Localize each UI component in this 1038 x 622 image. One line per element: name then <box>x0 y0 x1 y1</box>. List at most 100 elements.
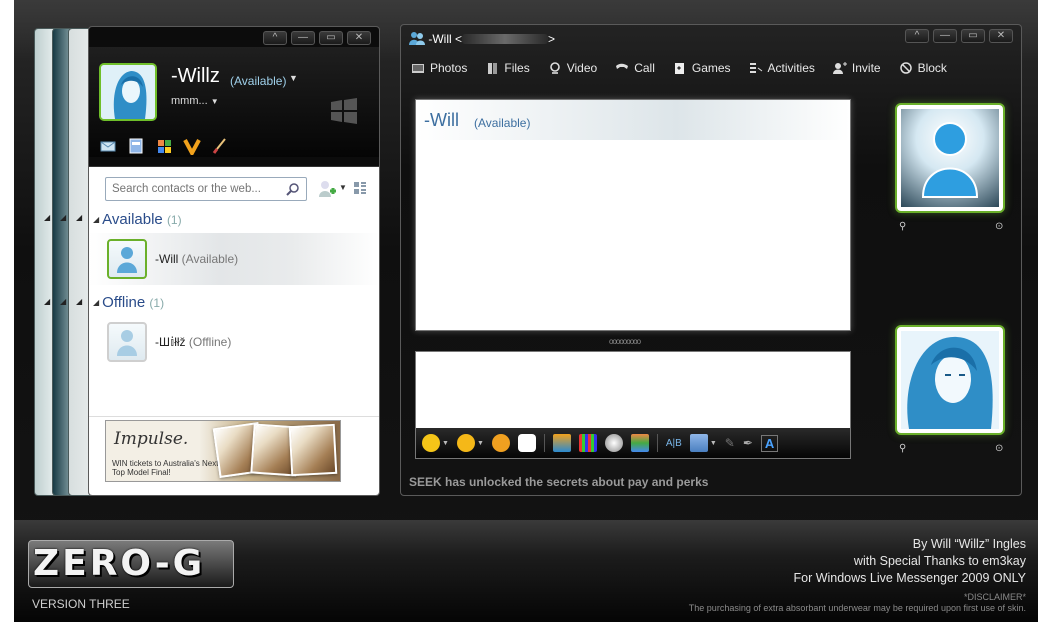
add-contact-icon[interactable] <box>317 179 337 199</box>
contact-display-picture[interactable] <box>895 103 1005 213</box>
backgrounds-icon[interactable] <box>578 434 597 452</box>
avatar-illustration-icon <box>901 331 999 429</box>
advertisement-banner[interactable]: Impulse. WIN tickets to Australia's Next… <box>105 420 341 482</box>
chevron-down-icon[interactable]: ▼ <box>442 440 449 447</box>
conversation-toolbar: Photos Files Video Call Games Activities… <box>411 61 947 75</box>
history-header: -Will (Available) <box>416 100 850 140</box>
compose-toolbar: ▼ ▼ A|B ▼ ✎ ✒ A <box>416 428 850 458</box>
nudge-face-icon[interactable] <box>491 434 510 452</box>
group-header-offline[interactable]: ◢ Offline (1) <box>93 294 164 311</box>
spaces-icon[interactable] <box>127 137 145 155</box>
conversation-history[interactable]: -Will (Available) <box>415 99 851 331</box>
picture-options-icon[interactable]: ⊙ <box>995 221 1003 232</box>
version-label: VERSION THREE <box>32 597 130 611</box>
theme-brush-icon[interactable] <box>211 137 229 155</box>
emoticon-icon[interactable] <box>422 434 440 452</box>
my-display-picture[interactable] <box>895 325 1005 435</box>
minimize-button[interactable]: — <box>933 29 957 43</box>
default-buddy-icon <box>117 247 137 273</box>
ad-text: WIN tickets to Australia's Next Top Mode… <box>112 459 219 477</box>
conversation-title-text: -Will < <box>428 32 463 46</box>
change-layout-icon[interactable] <box>353 181 367 195</box>
ghost-arrow-icon: ◢ <box>60 213 67 222</box>
disclaimer-text: The purchasing of extra absorbant underw… <box>688 603 1026 613</box>
handwriting-icon[interactable]: A|B <box>666 438 682 449</box>
advertisement-area: Impulse. WIN tickets to Australia's Next… <box>89 416 379 495</box>
video-icon <box>549 62 560 74</box>
voice-clip-icon[interactable] <box>517 434 536 452</box>
files-button[interactable]: Files <box>485 61 530 75</box>
chevron-down-icon[interactable]: ▼ <box>710 440 717 447</box>
group-count: (1) <box>166 213 182 227</box>
ink-eraser-icon[interactable]: ✎ <box>725 436 735 450</box>
chevron-down-icon[interactable]: ▼ <box>211 97 219 106</box>
collapse-button[interactable]: ^ <box>905 29 929 43</box>
call-label: Call <box>634 61 655 75</box>
close-button[interactable]: ✕ <box>347 31 371 45</box>
conversation-window: -Will < > ^ — ▭ ✕ Photos Files Video Call… <box>400 24 1022 496</box>
video-button[interactable]: Video <box>548 61 597 75</box>
group-name: Offline <box>102 294 146 311</box>
photos-button[interactable]: Photos <box>411 61 467 75</box>
collapse-triangle-icon[interactable]: ◢ <box>93 215 99 224</box>
default-buddy-icon <box>117 330 137 356</box>
redacted-email <box>462 34 549 44</box>
winks-icon[interactable] <box>552 434 571 452</box>
call-button[interactable]: Call <box>615 61 655 75</box>
windows-live-icon[interactable] <box>630 434 649 452</box>
my-picture-area <box>901 331 999 429</box>
contact-row[interactable]: -Ш𝕚łłž (Offline) <box>89 316 379 368</box>
status-dropdown-icon[interactable]: ▼ <box>289 73 298 83</box>
ghost-arrow-icon: ◢ <box>60 297 67 306</box>
nudge-icon[interactable] <box>604 434 623 452</box>
credit-line: with Special Thanks to em3kay <box>853 554 1026 568</box>
windows-logo-icon <box>331 98 357 124</box>
invite-icon <box>832 62 847 74</box>
group-name: Available <box>102 211 163 228</box>
toolbar-divider <box>656 434 658 452</box>
collapse-button[interactable]: ^ <box>263 31 287 45</box>
default-buddy-icon <box>921 122 979 198</box>
search-field[interactable] <box>105 177 307 201</box>
status-bar-text[interactable]: SEEK has unlocked the secrets about pay … <box>409 475 708 489</box>
contact-display-name: -Ш𝕚łłž <box>155 335 186 349</box>
maximize-button[interactable]: ▭ <box>319 31 343 45</box>
conversation-title: -Will < > <box>409 31 555 46</box>
block-button[interactable]: Block <box>899 61 947 75</box>
message-compose-area[interactable]: ▼ ▼ A|B ▼ ✎ ✒ A <box>415 351 851 459</box>
search-input[interactable] <box>112 179 282 199</box>
chevron-down-icon[interactable]: ▼ <box>477 440 484 447</box>
history-contact-name: -Will <box>424 110 459 130</box>
picture-options-icon[interactable]: ⊙ <box>995 443 1003 454</box>
credit-line: For Windows Live Messenger 2009 ONLY <box>793 571 1026 585</box>
mail-icon[interactable] <box>99 137 117 155</box>
windows-live-icon[interactable] <box>155 137 173 155</box>
invite-button[interactable]: Invite <box>832 61 881 75</box>
collapse-triangle-icon[interactable]: ◢ <box>93 298 99 307</box>
personal-message[interactable]: mmm... ▼ <box>171 95 219 107</box>
search-icon[interactable] <box>286 182 300 196</box>
activities-button[interactable]: Activities <box>749 61 815 75</box>
my-avatar[interactable] <box>99 63 157 121</box>
contact-avatar[interactable] <box>107 239 147 279</box>
sharing-folder-icon[interactable] <box>689 434 708 452</box>
pen-icon[interactable]: ✒ <box>743 436 753 450</box>
font-icon[interactable]: A <box>760 434 779 452</box>
webcam-icon[interactable]: ⚲ <box>899 221 906 232</box>
pane-splitter[interactable]: ooooooooo <box>609 337 641 346</box>
my-status[interactable]: (Available) <box>230 74 286 88</box>
add-contact-dropdown-icon[interactable]: ▼ <box>339 183 347 192</box>
video-label: Video <box>566 61 598 75</box>
webcam-icon[interactable]: ⚲ <box>899 443 906 454</box>
close-button[interactable]: ✕ <box>989 29 1013 43</box>
contact-avatar[interactable] <box>107 322 147 362</box>
games-button[interactable]: Games <box>673 61 731 75</box>
minimize-button[interactable]: — <box>291 31 315 45</box>
contact-row[interactable]: -Will (Available) <box>89 233 379 285</box>
contact-status: (Offline) <box>188 335 232 349</box>
my-display-name[interactable]: -Willz <box>171 65 220 88</box>
maximize-button[interactable]: ▭ <box>961 29 985 43</box>
group-header-available[interactable]: ◢ Available (1) <box>93 211 182 228</box>
wink-smiley-icon[interactable] <box>456 434 475 452</box>
winks-icon[interactable] <box>183 137 201 158</box>
